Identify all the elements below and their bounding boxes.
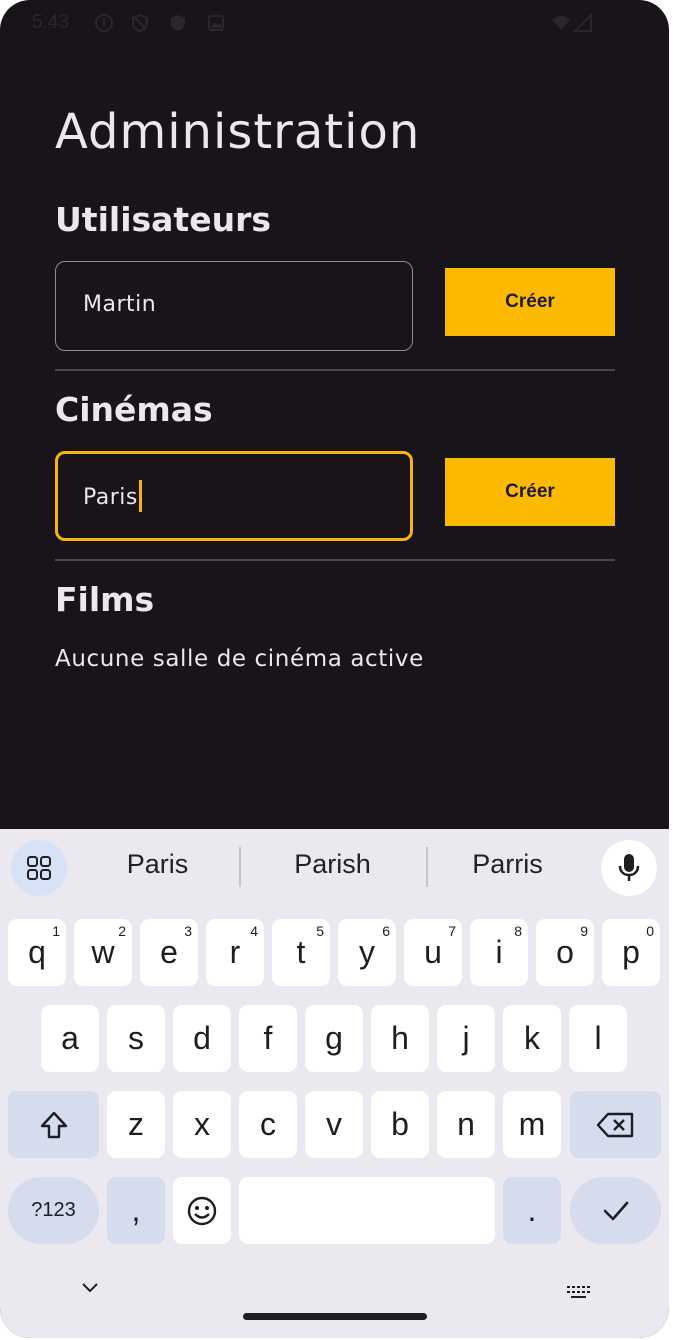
key-s[interactable]: s [107, 1005, 165, 1072]
hide-keyboard-chevron-down-icon[interactable] [80, 1280, 100, 1294]
cinema-name-value-wrapper: Paris [83, 480, 142, 514]
create-cinema-button[interactable]: Créer [445, 458, 615, 526]
user-name-input[interactable]: Martin [55, 261, 413, 351]
suggestion-1[interactable]: Paris [90, 849, 225, 880]
films-empty-message: Aucune salle de cinéma active [55, 646, 424, 672]
key-hint: 4 [250, 923, 258, 939]
signal-icon [573, 13, 592, 32]
symbols-key[interactable]: ?123 [8, 1177, 99, 1244]
key-k[interactable]: k [503, 1005, 561, 1072]
key-label: y [359, 934, 375, 970]
key-label: r [229, 934, 241, 970]
key-hint: 2 [118, 923, 126, 939]
key-h[interactable]: h [371, 1005, 429, 1072]
key-hint: 5 [316, 923, 324, 939]
voice-input-button[interactable] [601, 840, 657, 896]
period-key[interactable]: . [503, 1177, 561, 1244]
key-label: q [28, 934, 46, 970]
create-user-button[interactable]: Créer [445, 268, 615, 336]
keyboard-switch-icon[interactable] [566, 1285, 592, 1301]
key-e[interactable]: e3 [140, 919, 198, 986]
photo-icon [208, 15, 224, 31]
status-bar: 5:43 [0, 0, 669, 46]
shield-icon [132, 13, 148, 33]
key-u[interactable]: u7 [404, 919, 462, 986]
enter-key[interactable] [570, 1177, 661, 1244]
checkmark-icon [603, 1201, 628, 1220]
key-z[interactable]: z [107, 1091, 165, 1158]
section-title-users: Utilisateurs [55, 200, 271, 239]
key-o[interactable]: o9 [536, 919, 594, 986]
home-indicator[interactable] [243, 1313, 427, 1320]
key-hint: 7 [448, 923, 456, 939]
emoji-icon [187, 1196, 217, 1225]
shift-key[interactable] [8, 1091, 99, 1158]
microphone-icon [618, 854, 640, 881]
suggestion-separator [426, 847, 428, 887]
backspace-key[interactable] [570, 1091, 661, 1158]
suggestion-2[interactable]: Parish [265, 849, 400, 880]
section-title-cinemas: Cinémas [55, 390, 213, 429]
key-hint: 6 [382, 923, 390, 939]
shift-arrow-icon [40, 1111, 67, 1138]
backspace-icon [596, 1112, 633, 1137]
text-caret [138, 480, 142, 512]
soft-keyboard: Paris Parish Parris q1 w2 e3 r4 t5 y6 u7… [0, 829, 669, 1338]
key-label: w [91, 934, 115, 970]
key-l[interactable]: l [569, 1005, 627, 1072]
key-w[interactable]: w2 [74, 919, 132, 986]
key-i[interactable]: i8 [470, 919, 528, 986]
key-hint: 1 [52, 923, 60, 939]
key-hint: 3 [184, 923, 192, 939]
cinema-name-value: Paris [83, 485, 138, 510]
key-hint: 9 [580, 923, 588, 939]
suggestion-separator [239, 847, 241, 887]
cinema-name-input[interactable]: Paris [55, 451, 413, 541]
key-n[interactable]: n [437, 1091, 495, 1158]
keyboard-apps-button[interactable] [11, 840, 67, 896]
suggestion-bar: Paris Parish Parris [0, 829, 669, 905]
space-key[interactable] [239, 1177, 495, 1244]
key-label: p [622, 934, 640, 970]
section-title-films: Films [55, 580, 155, 619]
key-c[interactable]: c [239, 1091, 297, 1158]
key-v[interactable]: v [305, 1091, 363, 1158]
info-circle-icon [95, 14, 113, 32]
key-label: e [160, 934, 178, 970]
key-j[interactable]: j [437, 1005, 495, 1072]
key-f[interactable]: f [239, 1005, 297, 1072]
key-m[interactable]: m [503, 1091, 561, 1158]
key-label: o [556, 934, 574, 970]
key-p[interactable]: p0 [602, 919, 660, 986]
key-r[interactable]: r4 [206, 919, 264, 986]
phone-screen: 5:43 Administration Utilisateurs Martin … [0, 0, 669, 1338]
user-name-value: Martin [83, 292, 157, 317]
emoji-key[interactable] [173, 1177, 231, 1244]
page-title: Administration [55, 104, 421, 160]
key-y[interactable]: y6 [338, 919, 396, 986]
key-x[interactable]: x [173, 1091, 231, 1158]
wifi-icon [552, 16, 570, 30]
key-label: u [424, 934, 442, 970]
key-d[interactable]: d [173, 1005, 231, 1072]
key-g[interactable]: g [305, 1005, 363, 1072]
key-t[interactable]: t5 [272, 919, 330, 986]
key-q[interactable]: q1 [8, 919, 66, 986]
key-b[interactable]: b [371, 1091, 429, 1158]
key-hint: 0 [646, 923, 654, 939]
grid-icon [27, 856, 51, 880]
status-time: 5:43 [32, 12, 69, 33]
comma-key[interactable]: , [107, 1177, 165, 1244]
key-label: t [296, 934, 306, 970]
key-hint: 8 [514, 923, 522, 939]
section-divider [55, 369, 615, 371]
key-label: i [495, 934, 503, 970]
key-a[interactable]: a [41, 1005, 99, 1072]
suggestion-3[interactable]: Parris [440, 849, 575, 880]
section-divider [55, 559, 615, 561]
vpn-shield-icon [171, 15, 185, 31]
